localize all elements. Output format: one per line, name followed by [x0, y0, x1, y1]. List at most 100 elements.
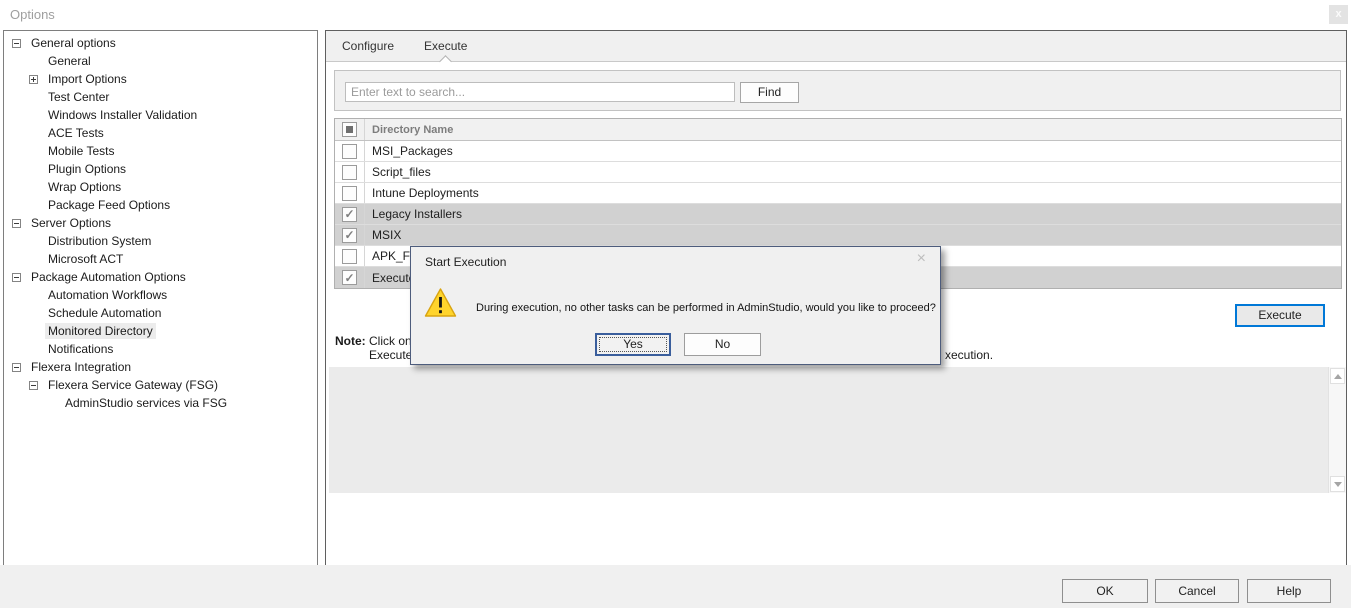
- column-header-directory-name[interactable]: Directory Name: [365, 124, 453, 136]
- glyph-spacer: [29, 129, 38, 138]
- sidebar-item-label: ACE Tests: [45, 125, 107, 141]
- glyph-spacer: [29, 345, 38, 354]
- scroll-down-icon[interactable]: [1330, 476, 1345, 492]
- sidebar-item-windows-installer-validation[interactable]: Windows Installer Validation: [4, 106, 317, 124]
- glyph-spacer: [29, 309, 38, 318]
- sidebar-item-label: Mobile Tests: [45, 143, 117, 159]
- collapse-icon[interactable]: [12, 219, 21, 228]
- sidebar-item-flexera-integration[interactable]: Flexera Integration: [4, 358, 317, 376]
- log-scrollbar[interactable]: [1328, 367, 1346, 493]
- sidebar-item-label: Test Center: [45, 89, 112, 105]
- cancel-button[interactable]: Cancel: [1155, 579, 1239, 603]
- row-checkbox[interactable]: [342, 207, 357, 222]
- row-checkbox[interactable]: [342, 228, 357, 243]
- table-row-intune-deployments[interactable]: Intune Deployments: [335, 183, 1341, 204]
- table-row-legacy-installers[interactable]: Legacy Installers: [335, 204, 1341, 225]
- expand-icon[interactable]: [29, 75, 38, 84]
- sidebar-item-test-center[interactable]: Test Center: [4, 88, 317, 106]
- glyph-spacer: [29, 183, 38, 192]
- dialog-message: During execution, no other tasks can be …: [476, 302, 936, 314]
- table-header-row: Directory Name: [335, 119, 1341, 141]
- find-button[interactable]: Find: [740, 82, 799, 103]
- row-checkbox[interactable]: [342, 249, 357, 264]
- collapse-icon[interactable]: [29, 381, 38, 390]
- sidebar-item-import-options[interactable]: Import Options: [4, 70, 317, 88]
- sidebar-item-label: Notifications: [45, 341, 116, 357]
- sidebar-item-microsoft-act[interactable]: Microsoft ACT: [4, 250, 317, 268]
- glyph-spacer: [29, 111, 38, 120]
- options-tree: General options GeneralImport OptionsTest…: [3, 30, 318, 566]
- execute-button[interactable]: Execute: [1235, 304, 1325, 327]
- window-close-icon[interactable]: x: [1329, 5, 1348, 24]
- active-tab-caret: [439, 55, 452, 68]
- directory-name-cell: MSI_Packages: [365, 144, 453, 158]
- glyph-spacer: [29, 255, 38, 264]
- sidebar-item-label: Flexera Service Gateway (FSG): [45, 377, 221, 393]
- start-execution-dialog: Start Execution × During execution, no o…: [410, 246, 941, 365]
- glyph-spacer: [29, 201, 38, 210]
- sidebar-item-package-automation-options[interactable]: Package Automation Options: [4, 268, 317, 286]
- glyph-spacer: [46, 399, 55, 408]
- sidebar-item-label: Package Feed Options: [45, 197, 173, 213]
- sidebar-item-monitored-directory[interactable]: Monitored Directory: [4, 322, 317, 340]
- ok-button[interactable]: OK: [1062, 579, 1148, 603]
- sidebar-item-label: Server Options: [28, 215, 114, 231]
- sidebar-item-package-feed-options[interactable]: Package Feed Options: [4, 196, 317, 214]
- table-row-msix[interactable]: MSIX: [335, 225, 1341, 246]
- no-button[interactable]: No: [684, 333, 761, 356]
- output-log-area: [329, 367, 1346, 493]
- sidebar-item-distribution-system[interactable]: Distribution System: [4, 232, 317, 250]
- glyph-spacer: [29, 327, 38, 336]
- dialog-close-icon[interactable]: ×: [917, 251, 926, 267]
- collapse-icon[interactable]: [12, 363, 21, 372]
- row-checkbox[interactable]: [342, 186, 357, 201]
- row-check-cell: [335, 204, 365, 224]
- sidebar-item-automation-workflows[interactable]: Automation Workflows: [4, 286, 317, 304]
- tab-execute[interactable]: Execute: [422, 31, 469, 61]
- sidebar-item-label: AdminStudio services via FSG: [62, 395, 230, 411]
- sidebar-item-ace-tests[interactable]: ACE Tests: [4, 124, 317, 142]
- search-group: Find: [334, 70, 1341, 111]
- glyph-spacer: [29, 57, 38, 66]
- directory-name-cell: MSIX: [365, 228, 401, 242]
- window-title: Options: [10, 7, 55, 22]
- row-checkbox[interactable]: [342, 165, 357, 180]
- table-row-script-files[interactable]: Script_files: [335, 162, 1341, 183]
- sidebar-item-general[interactable]: General: [4, 52, 317, 70]
- row-check-cell: [335, 267, 365, 288]
- table-row-msi-packages[interactable]: MSI_Packages: [335, 141, 1341, 162]
- header-check-cell: [335, 119, 365, 140]
- directory-name-cell: Intune Deployments: [365, 186, 479, 200]
- sidebar-item-label: Monitored Directory: [45, 323, 156, 339]
- sidebar-item-adminstudio-services-via-fsg[interactable]: AdminStudio services via FSG: [4, 394, 317, 412]
- select-all-checkbox[interactable]: [342, 122, 357, 137]
- yes-button[interactable]: Yes: [595, 333, 671, 356]
- glyph-spacer: [29, 291, 38, 300]
- sidebar-item-label: General options: [28, 35, 119, 51]
- collapse-icon[interactable]: [12, 273, 21, 282]
- scroll-up-icon[interactable]: [1330, 368, 1345, 384]
- help-button[interactable]: Help: [1247, 579, 1331, 603]
- row-checkbox[interactable]: [342, 144, 357, 159]
- sidebar-item-flexera-service-gateway-fsg[interactable]: Flexera Service Gateway (FSG): [4, 376, 317, 394]
- sidebar-item-plugin-options[interactable]: Plugin Options: [4, 160, 317, 178]
- dialog-title: Start Execution: [425, 255, 506, 269]
- tab-configure[interactable]: Configure: [340, 31, 396, 61]
- directory-name-cell: Execute: [365, 271, 415, 285]
- sidebar-item-server-options[interactable]: Server Options: [4, 214, 317, 232]
- sidebar-item-label: General: [45, 53, 94, 69]
- search-input[interactable]: [345, 82, 735, 102]
- sidebar-item-label: Schedule Automation: [45, 305, 164, 321]
- note-text-right-fragment: xecution.: [945, 348, 993, 362]
- note-text-line2: Execute: [369, 348, 412, 362]
- row-check-cell: [335, 162, 365, 182]
- directory-name-cell: Script_files: [365, 165, 431, 179]
- row-check-cell: [335, 246, 365, 266]
- sidebar-item-notifications[interactable]: Notifications: [4, 340, 317, 358]
- sidebar-item-mobile-tests[interactable]: Mobile Tests: [4, 142, 317, 160]
- sidebar-item-general-options[interactable]: General options: [4, 34, 317, 52]
- row-checkbox[interactable]: [342, 270, 357, 285]
- sidebar-item-wrap-options[interactable]: Wrap Options: [4, 178, 317, 196]
- collapse-icon[interactable]: [12, 39, 21, 48]
- sidebar-item-schedule-automation[interactable]: Schedule Automation: [4, 304, 317, 322]
